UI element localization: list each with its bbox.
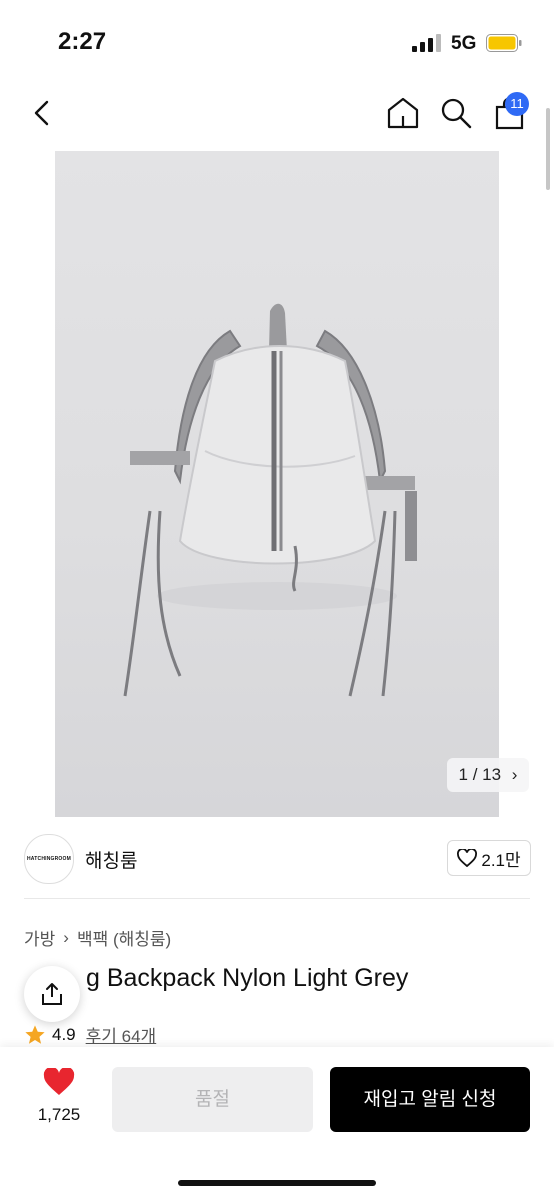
review-link[interactable]: 후기 64개 xyxy=(86,1022,157,1047)
home-indicator xyxy=(178,1180,376,1186)
share-button[interactable] xyxy=(24,966,80,1022)
chevron-right-icon: › xyxy=(511,765,518,784)
brand-name[interactable]: 해칭룸 xyxy=(85,846,137,873)
product-image[interactable] xyxy=(55,151,499,817)
brand-like-button[interactable]: 2.1만 xyxy=(447,840,531,876)
brand-logo-text: HATCHINGROOM xyxy=(27,856,71,862)
battery-icon xyxy=(486,34,522,52)
heart-filled-icon xyxy=(43,1066,75,1095)
star-icon xyxy=(25,1024,45,1044)
product-title-text: g Backpack Nylon Light Grey xyxy=(86,964,409,992)
back-icon[interactable] xyxy=(30,100,54,126)
home-icon[interactable] xyxy=(386,96,420,130)
wishlist-button[interactable]: 1,725 xyxy=(24,1066,94,1125)
divider xyxy=(24,898,530,899)
breadcrumb-category[interactable]: 가방 xyxy=(24,925,55,950)
wishlist-count: 1,725 xyxy=(37,1105,81,1124)
status-time: 2:27 xyxy=(58,28,107,55)
soldout-button[interactable]: 품절 xyxy=(112,1067,313,1132)
chevron-right-icon: › xyxy=(63,927,69,947)
status-bar: 2:27 5G xyxy=(0,0,554,88)
restock-alert-button[interactable]: 재입고 알림 신청 xyxy=(330,1067,530,1132)
breadcrumb: 가방 › 백팩 (해칭룸) xyxy=(24,925,171,950)
rating-row: 4.9 후기 64개 xyxy=(24,1022,156,1047)
backpack-illustration xyxy=(123,303,417,697)
network-label: 5G xyxy=(451,33,477,54)
cart-count-badge: 11 xyxy=(505,92,529,116)
signal-icon xyxy=(412,34,441,52)
search-icon[interactable] xyxy=(440,97,472,129)
rating-value: 4.9 xyxy=(52,1024,76,1044)
image-counter-label: 1 / 13 xyxy=(458,765,502,784)
product-title: g Backpack Nylon Light Grey xyxy=(24,964,408,993)
heart-outline-icon xyxy=(457,849,478,867)
breadcrumb-subcategory[interactable]: 백팩 (해칭룸) xyxy=(77,925,171,950)
brand-logo[interactable]: HATCHINGROOM xyxy=(24,834,74,884)
top-navigation xyxy=(0,88,554,148)
brand-like-count: 2.1만 xyxy=(481,850,521,870)
share-icon xyxy=(42,983,62,1005)
scrollbar[interactable] xyxy=(546,108,550,190)
image-counter[interactable]: 1 / 13 › xyxy=(447,758,529,792)
